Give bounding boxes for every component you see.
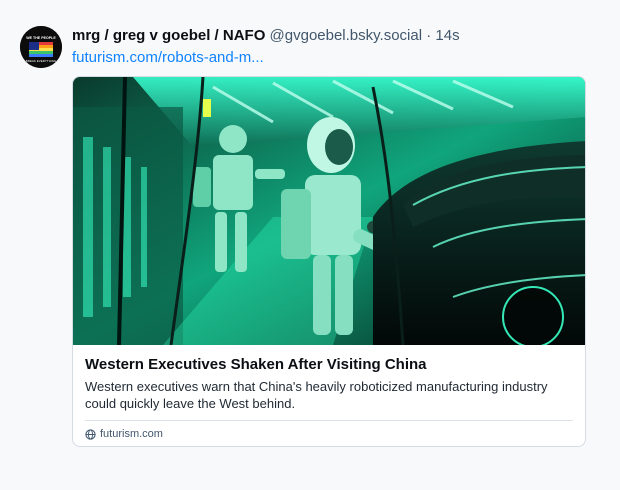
- post-header: mrg / greg v goebel / NAFO @gvgoebel.bsk…: [72, 26, 610, 46]
- post: WE THE PEOPLE BREAK EVERYTHING mrg / gre…: [0, 0, 620, 490]
- avatar[interactable]: WE THE PEOPLE BREAK EVERYTHING: [20, 26, 62, 68]
- header-separator: ·: [426, 27, 432, 44]
- avatar-text-top: WE THE PEOPLE: [26, 36, 56, 40]
- post-link[interactable]: futurism.com/robots-and-m...: [72, 48, 264, 68]
- card-thumbnail: [73, 77, 585, 345]
- globe-icon: [85, 428, 96, 440]
- card-domain: futurism.com: [85, 427, 163, 441]
- avatar-text-bottom: BREAK EVERYTHING: [26, 59, 57, 63]
- card-domain-text: futurism.com: [100, 428, 163, 440]
- author-display-name[interactable]: mrg / greg v goebel / NAFO: [72, 27, 265, 44]
- author-handle[interactable]: @gvgoebel.bsky.social: [270, 27, 423, 44]
- card-description: Western executives warn that China's hea…: [85, 379, 548, 411]
- link-preview-card[interactable]: Western Executives Shaken After Visiting…: [72, 76, 586, 447]
- card-title[interactable]: Western Executives Shaken After Visiting…: [85, 355, 573, 375]
- post-timestamp[interactable]: 14s: [435, 27, 459, 44]
- card-divider: [85, 420, 573, 421]
- avatar-image: WE THE PEOPLE BREAK EVERYTHING: [20, 26, 62, 68]
